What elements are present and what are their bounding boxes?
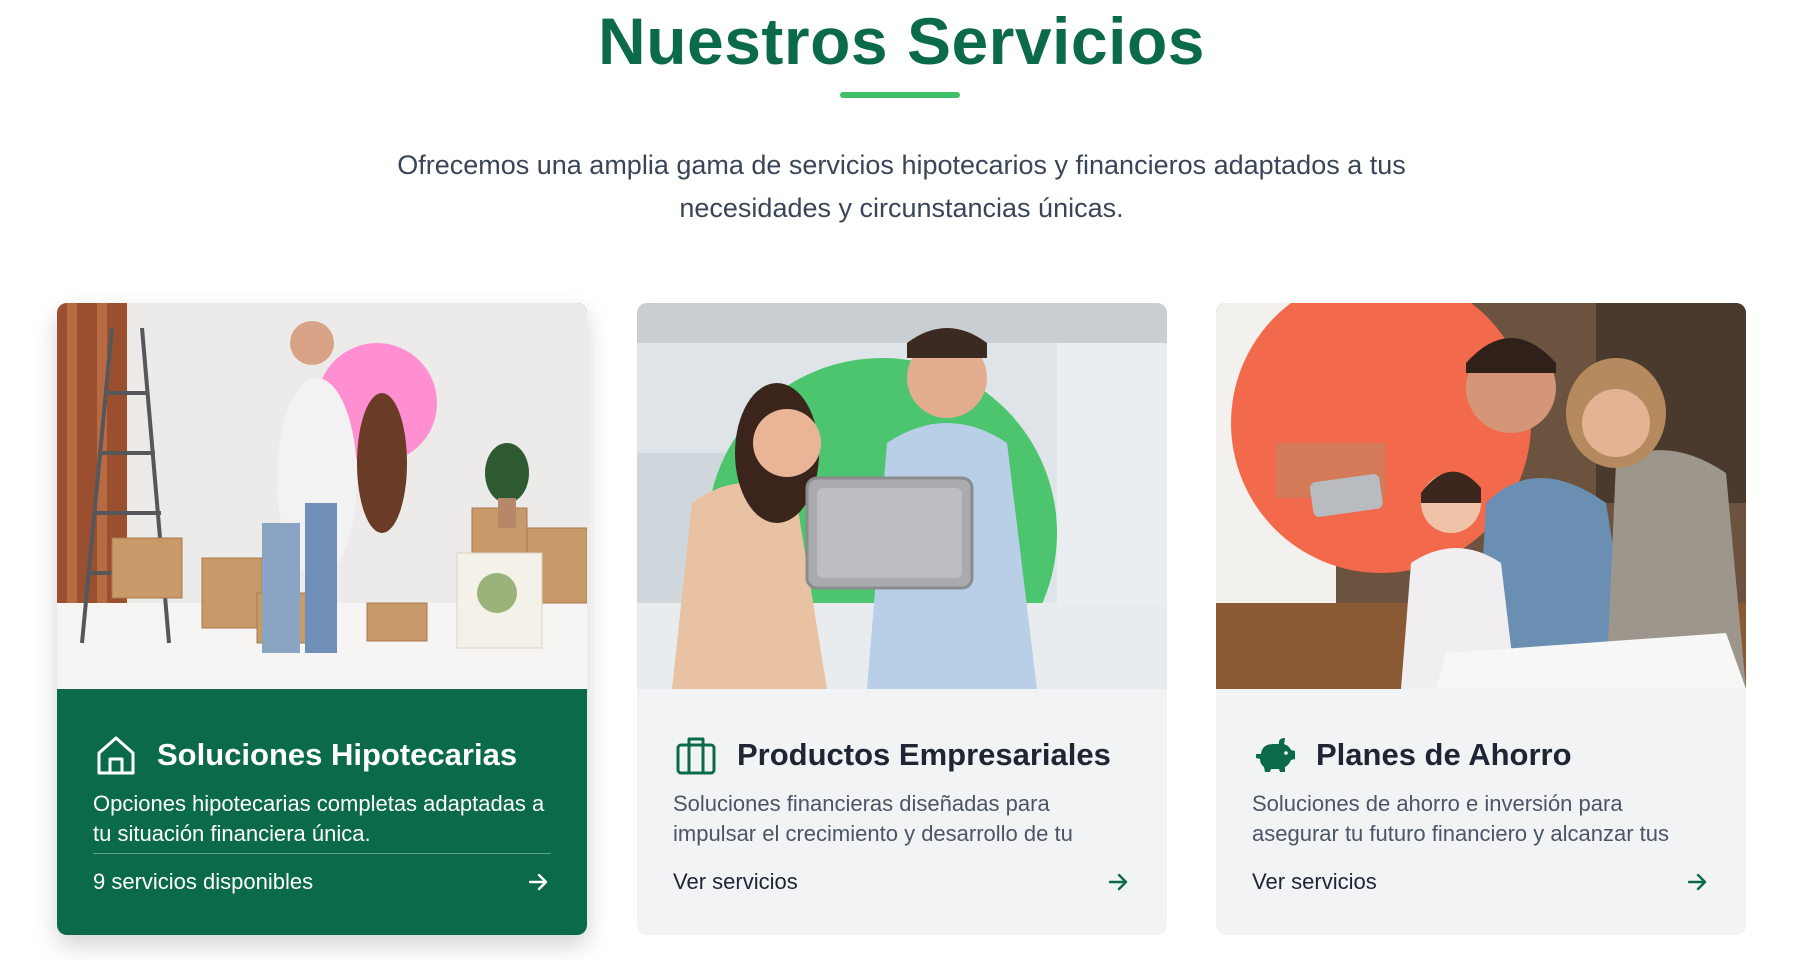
- card-image-couple-moving: [57, 303, 587, 689]
- section-title: Nuestros Servicios: [598, 4, 1205, 78]
- arrow-right-icon[interactable]: [1684, 869, 1710, 895]
- piggy-bank-icon: [1252, 732, 1298, 778]
- subtitle-line-1: Ofrecemos una amplia gama de servicios h…: [397, 150, 1406, 180]
- title-underline: [840, 92, 960, 98]
- card-title: Productos Empresariales: [737, 737, 1111, 772]
- card-title: Soluciones Hipotecarias: [157, 737, 518, 772]
- card-description: Soluciones de ahorro e inversión para as…: [1252, 791, 1670, 846]
- service-card-hipotecarias[interactable]: Soluciones Hipotecarias Opciones hipotec…: [57, 303, 587, 935]
- section-subtitle: Ofrecemos una amplia gama de servicios h…: [330, 144, 1473, 230]
- card-footer-link[interactable]: Ver servicios: [673, 865, 1131, 899]
- card-title: Planes de Ahorro: [1316, 737, 1572, 772]
- card-image-family-selfie: [1216, 303, 1746, 689]
- card-footer-link[interactable]: Ver servicios: [1252, 865, 1710, 899]
- see-services-label: Ver servicios: [1252, 869, 1377, 894]
- briefcase-icon: [673, 732, 719, 778]
- card-description: Soluciones financieras diseñadas para im…: [673, 791, 1073, 846]
- card-divider: [93, 853, 551, 854]
- see-services-label: Ver servicios: [673, 869, 798, 894]
- services-count-label: 9 servicios disponibles: [93, 869, 314, 894]
- arrow-right-icon[interactable]: [525, 869, 551, 895]
- home-icon: [93, 732, 139, 778]
- service-card-empresariales[interactable]: Productos Empresariales Soluciones finan…: [637, 303, 1167, 935]
- service-card-ahorro[interactable]: Planes de Ahorro Soluciones de ahorro e …: [1216, 303, 1746, 935]
- subtitle-line-2: necesidades y circunstancias únicas.: [679, 193, 1124, 223]
- card-description: Opciones hipotecarias completas adaptada…: [93, 791, 545, 846]
- card-image-business-team: [637, 303, 1167, 689]
- card-footer-link[interactable]: 9 servicios disponibles: [93, 865, 551, 899]
- arrow-right-icon[interactable]: [1105, 869, 1131, 895]
